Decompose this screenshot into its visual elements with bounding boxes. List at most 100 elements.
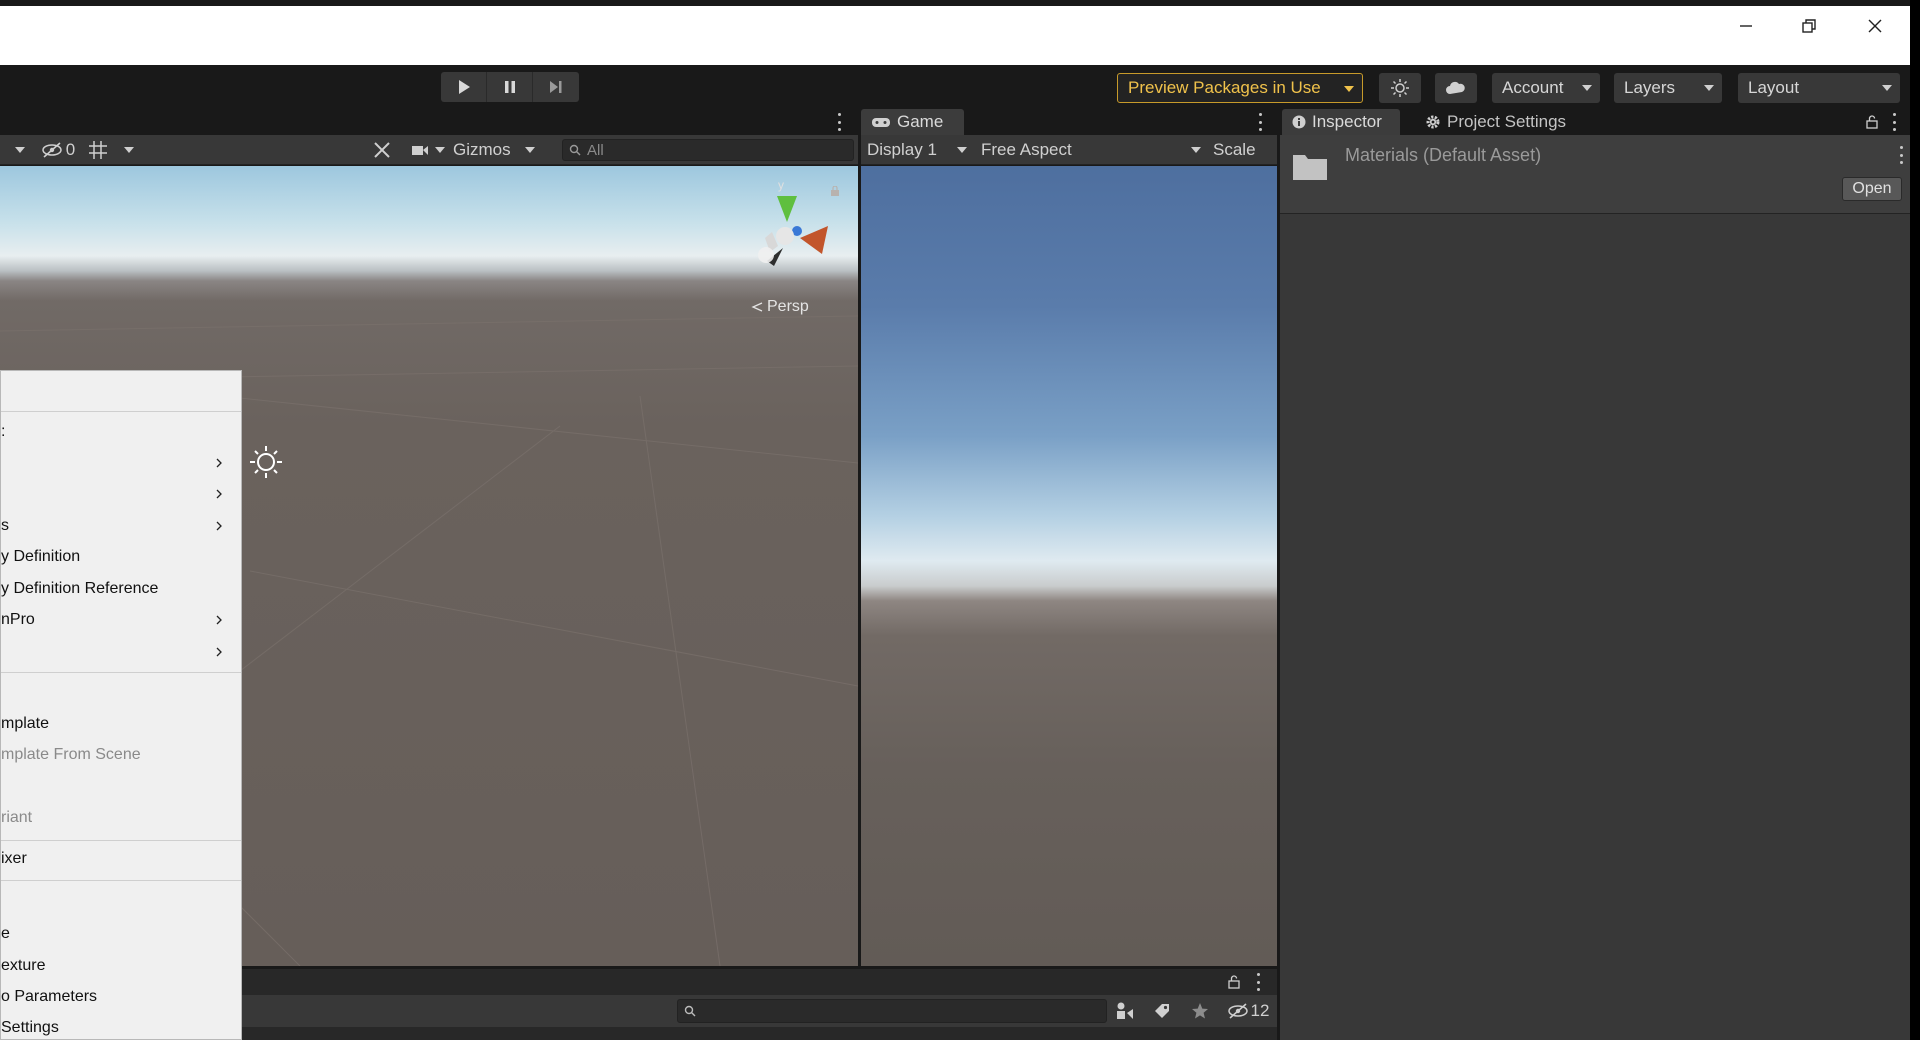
account-label: Account	[1502, 78, 1563, 98]
account-dropdown[interactable]: Account	[1492, 73, 1600, 103]
close-icon[interactable]	[1846, 6, 1904, 46]
step-icon[interactable]	[533, 72, 579, 102]
chevron-down-icon	[1704, 85, 1714, 91]
game-tab-bar: Game	[861, 109, 1277, 135]
aspect-label: Free Aspect	[981, 140, 1072, 160]
more-options-icon[interactable]	[836, 113, 842, 131]
chevron-down-icon	[1191, 147, 1201, 153]
inspector-tab-label: Inspector	[1312, 112, 1382, 132]
menu-item-submenu[interactable]	[1, 639, 241, 665]
tab-project-settings[interactable]: Project Settings	[1415, 109, 1585, 135]
project-search-input[interactable]	[677, 999, 1107, 1023]
menu-item-scene-template[interactable]: mplate	[1, 711, 241, 737]
chevron-down-icon	[1344, 86, 1354, 92]
search-icon	[684, 1005, 696, 1017]
hidden-count: 0	[66, 140, 75, 160]
directional-light-icon[interactable]	[250, 446, 282, 478]
more-options-icon[interactable]	[1255, 973, 1261, 991]
camera-icon	[411, 143, 429, 157]
scene-search-input[interactable]: All	[562, 139, 854, 161]
tag-icon[interactable]	[1153, 1002, 1171, 1020]
menu-item-assembly-definition[interactable]: y Definition	[1, 544, 241, 570]
scene-gizmo[interactable]	[758, 196, 828, 266]
menu-item-submenu[interactable]	[1, 450, 241, 476]
scene-search-placeholder: All	[587, 142, 604, 159]
hidden-packages-count: 12	[1251, 1001, 1270, 1021]
more-options-icon[interactable]	[1257, 113, 1263, 131]
chevron-down-icon[interactable]	[15, 147, 25, 153]
gizmos-label: Gizmos	[453, 140, 511, 160]
eye-hidden-icon	[41, 142, 63, 158]
projection-label: Persp	[767, 298, 809, 316]
game-panel: Game Display 1 Free Aspect Scale	[861, 109, 1277, 966]
layout-dropdown[interactable]: Layout	[1738, 73, 1900, 103]
more-options-icon[interactable]	[1898, 146, 1904, 164]
gizmos-dropdown[interactable]: Gizmos	[453, 139, 549, 161]
grid-snap-icon[interactable]	[86, 139, 110, 161]
gamepad-icon	[871, 116, 891, 128]
search-icon	[569, 144, 581, 156]
menu-item[interactable]: :	[1, 419, 241, 445]
star-icon[interactable]	[1191, 1002, 1209, 1020]
aspect-dropdown[interactable]: Free Aspect	[981, 139, 1203, 161]
menu-item-submenu[interactable]	[1, 481, 241, 507]
restore-icon[interactable]	[1780, 6, 1838, 46]
tab-inspector[interactable]: Inspector	[1282, 109, 1400, 135]
camera-settings-button[interactable]	[408, 139, 448, 161]
display-dropdown[interactable]: Display 1	[867, 139, 977, 161]
menu-item-settings[interactable]: Settings	[1, 1015, 241, 1040]
lock-icon[interactable]	[830, 186, 840, 196]
chevron-down-icon[interactable]	[124, 147, 134, 153]
menu-item[interactable]: e	[1, 921, 241, 947]
menu-item-prefab-variant: riant	[1, 805, 241, 831]
menu-separator	[1, 411, 241, 412]
tools-icon[interactable]	[370, 139, 394, 161]
folder-icon	[1292, 151, 1328, 181]
search-by-type-icon[interactable]	[1115, 1001, 1135, 1021]
unity-editor-window: Preview Packages in Use Account Layers L…	[0, 0, 1910, 1040]
projection-toggle[interactable]: Persp	[750, 298, 809, 316]
asset-header: Materials (Default Asset) Open	[1280, 135, 1910, 214]
inspector-tab-bar: Inspector Project Settings	[1280, 109, 1910, 135]
tab-game[interactable]: Game	[861, 109, 964, 135]
lock-icon[interactable]	[1228, 975, 1240, 989]
chevron-right-icon	[215, 646, 223, 658]
pause-icon[interactable]	[487, 72, 533, 102]
menu-separator	[1, 840, 241, 841]
layers-label: Layers	[1624, 78, 1675, 98]
preview-packages-button[interactable]: Preview Packages in Use	[1117, 73, 1363, 103]
hidden-packages-toggle[interactable]: 12	[1226, 1000, 1270, 1022]
chevron-right-icon	[215, 614, 223, 626]
lock-icon[interactable]	[1866, 115, 1878, 129]
open-button[interactable]: Open	[1842, 177, 1902, 201]
info-icon	[1292, 115, 1306, 129]
chevron-right-icon	[215, 457, 223, 469]
lighting-button[interactable]	[1379, 73, 1421, 103]
minimize-icon[interactable]	[1717, 6, 1775, 46]
layers-dropdown[interactable]: Layers	[1614, 73, 1722, 103]
menu-item-audio-mixer[interactable]: ixer	[1, 846, 241, 872]
chevron-down-icon	[1882, 85, 1892, 91]
project-settings-tab-label: Project Settings	[1447, 112, 1566, 132]
menu-item-top[interactable]	[1, 373, 241, 409]
scale-slider[interactable]: Scale	[1213, 139, 1277, 161]
cloud-button[interactable]	[1435, 73, 1477, 103]
chevron-down-icon	[957, 147, 967, 153]
game-viewport[interactable]	[861, 166, 1277, 966]
menu-item-textmeshpro[interactable]: nPro	[1, 607, 241, 633]
play-icon[interactable]	[441, 72, 487, 102]
chevron-down-icon	[525, 147, 535, 153]
preview-packages-label: Preview Packages in Use	[1128, 78, 1321, 98]
chevron-right-icon	[215, 488, 223, 500]
title-bar	[0, 6, 1910, 65]
chevron-down-icon	[1582, 85, 1592, 91]
menu-item-assembly-definition-reference[interactable]: y Definition Reference	[1, 576, 241, 602]
inspector-panel: Inspector Project Settings Materials (De…	[1280, 109, 1910, 1040]
more-options-icon[interactable]	[1891, 113, 1897, 131]
menu-item-submenu[interactable]: s	[1, 513, 241, 539]
scene-visibility-toggle[interactable]: 0	[38, 139, 78, 161]
chevron-left-icon	[750, 301, 764, 313]
menu-item-scene-template-from-scene: mplate From Scene	[1, 742, 241, 768]
menu-item-lightmap-parameters[interactable]: o Parameters	[1, 984, 241, 1010]
menu-item-render-texture[interactable]: exture	[1, 953, 241, 979]
